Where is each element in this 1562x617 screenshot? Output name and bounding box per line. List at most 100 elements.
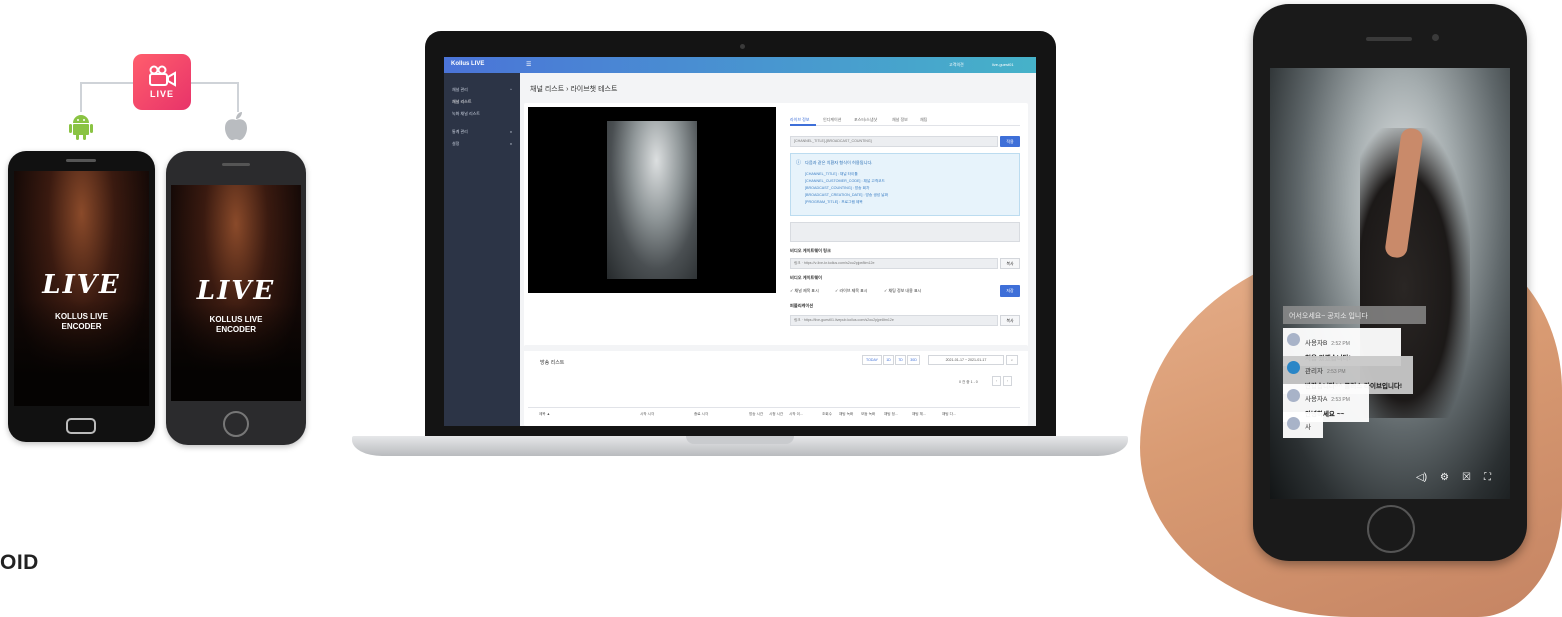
video-gateway-label: 비디오 게이트웨이 링크 <box>790 248 831 253</box>
embed-url[interactable]: 링크 · https://live-guest01.livepub.kollus… <box>790 315 998 326</box>
sidebar-item-channel-list[interactable]: 채널 리스트 <box>452 99 472 105</box>
chevron-down-icon: v <box>510 129 512 134</box>
checkbox-live-title[interactable]: ✓ 라이브 제목 표시 <box>835 288 867 294</box>
video-camera-icon <box>149 65 176 87</box>
chat-toggle-icon[interactable]: ☒ <box>1462 472 1471 483</box>
info-line: [CHANNEL_CUSTOMER_CODE] : 채널 고객코드 <box>805 179 885 183</box>
save-button[interactable]: 저장 <box>1000 285 1020 297</box>
home-button[interactable] <box>66 418 96 434</box>
chat-username: 사용자A <box>1305 396 1328 403</box>
home-button[interactable] <box>1367 505 1415 553</box>
encoder-app-screen: LIVE KOLLUS LIVE ENCODER <box>14 171 149 406</box>
viewer-player-screen[interactable]: 어서오세요~ 공지소 입니다 사용자B2:52 PM 처음 왔겠습니다! 관리자… <box>1270 68 1510 499</box>
laptop-notch <box>686 436 794 444</box>
prev-page-button[interactable]: ‹ <box>992 376 1001 386</box>
sidebar-item-channel-manage[interactable]: 채널 관리 <box>452 87 468 93</box>
video-gateway-url[interactable]: 링크 · https://v-live-kr.kollus.com/s2ou2p… <box>790 258 998 269</box>
chat-notice: 어서오세요~ 공지소 입니다 <box>1283 306 1426 324</box>
admin-console: Kollus LIVE ☰ 고객의견 live-guest01 채널 관리 ^ … <box>444 57 1036 426</box>
phone-speaker <box>222 163 250 166</box>
connector-line-right <box>191 82 239 112</box>
apply-button[interactable]: 적용 <box>1000 136 1020 147</box>
menu-icon[interactable]: ☰ <box>526 61 531 68</box>
title-format-input[interactable]: [CHANNEL_TITLE]-[BROADCAST_COUNTING] <box>790 136 998 147</box>
filter-1d[interactable]: 1D <box>883 355 894 365</box>
connector-line-left <box>80 82 134 112</box>
live-logo-text: LIVE <box>42 269 121 300</box>
copy-gateway-button[interactable]: 복사 <box>1000 258 1020 269</box>
encoder-caption-line1: KOLLUS LIVE <box>55 312 108 321</box>
copy-embed-button[interactable]: 복사 <box>1000 315 1020 326</box>
chat-username: 사 <box>1305 424 1311 431</box>
info-line: [CHANNEL_TITLE] : 채널 타이틀 <box>805 172 858 176</box>
filter-30d[interactable]: 30D <box>907 355 920 365</box>
fullscreen-icon[interactable]: ⛶ <box>1484 472 1491 483</box>
apple-icon <box>225 112 247 141</box>
pagination-info: 0 건 중 1 - 0 <box>959 380 978 384</box>
sidebar-item-stats[interactable]: 통계 관리 <box>452 129 468 135</box>
chat-time: 2:53 PM <box>1331 397 1350 403</box>
android-icon <box>69 115 93 140</box>
settings-icon[interactable]: ⚙ <box>1440 472 1449 483</box>
tab-indication[interactable]: 인디케이션 <box>823 117 841 123</box>
embed-label: 퍼블리케이션 <box>790 303 814 308</box>
sidebar-item-settings[interactable]: 설정 <box>452 141 459 147</box>
iphone-encoder-phone: LIVE KOLLUS LIVE ENCODER <box>166 151 306 445</box>
chat-username: 관리자 <box>1305 368 1323 375</box>
tab-divider <box>790 125 1020 126</box>
column-header[interactable]: 채팅 녹화 <box>839 412 853 417</box>
laptop-camera <box>740 44 745 49</box>
description-textarea[interactable] <box>790 222 1020 242</box>
video-gateway-options-label: 비디오 게이트웨이 <box>790 275 822 280</box>
info-line: [BROADCAST_COUNTING] : 방송 회차 <box>805 186 870 190</box>
checkbox-channel-title[interactable]: ✓ 채널 제목 표시 <box>790 288 819 294</box>
video-preview[interactable] <box>528 107 776 293</box>
active-tab-indicator <box>790 124 816 126</box>
search-icon[interactable]: ⌕ <box>1006 355 1018 365</box>
column-header[interactable]: 방송 시간 <box>749 412 763 417</box>
encoder-caption-line2: ENCODER <box>215 324 256 334</box>
checkbox-chat-info[interactable]: ✓ 채팅 정보 내용 표시 <box>884 288 921 294</box>
next-page-button[interactable]: › <box>1003 376 1012 386</box>
column-header[interactable]: 채팅 정... <box>884 412 898 417</box>
phone-speaker <box>66 159 96 162</box>
placeholder-info-box: ⓘ 다음과 같은 치환자 형식이 허용됩니다. [CHANNEL_TITLE] … <box>790 153 1020 216</box>
column-header[interactable]: 시작 시각 <box>640 412 654 417</box>
column-header[interactable]: 조회수 <box>822 412 832 417</box>
tab-chat[interactable]: 채팅 <box>920 117 927 123</box>
info-title: 다음과 같은 치환자 형식이 허용됩니다. <box>805 160 873 165</box>
tab-poster[interactable]: 포스터/스냅샷 <box>854 117 877 123</box>
phone-speaker <box>1366 37 1412 41</box>
user-avatar-icon <box>1287 333 1300 346</box>
volume-icon[interactable]: ◁) <box>1416 472 1427 483</box>
sidebar-item-recorded-list[interactable]: 녹화 채널 리스트 <box>452 111 480 117</box>
admin-logo[interactable]: Kollus LIVE <box>451 61 484 67</box>
user-avatar-icon <box>1287 417 1300 430</box>
chat-username: 사용자B <box>1305 340 1328 347</box>
column-header[interactable]: 모둠 녹화 <box>861 412 875 417</box>
live-logo-text: LIVE <box>196 275 276 306</box>
column-header[interactable]: 시청 시간 <box>769 412 783 417</box>
column-header[interactable]: 채팅 다... <box>942 412 956 417</box>
column-header[interactable]: 시작 이... <box>789 412 803 417</box>
chat-time: 2:52 PM <box>1331 341 1350 347</box>
admin-sidebar: 채널 관리 ^ 채널 리스트 녹화 채널 리스트 통계 관리 v 설정 v <box>444 73 520 426</box>
checkbox-label: 채널 제목 표시 <box>794 288 819 293</box>
column-header[interactable]: 종료 시각 <box>694 412 708 417</box>
tab-channel-info[interactable]: 채널 정보 <box>892 117 908 123</box>
platform-label: OID <box>0 551 39 574</box>
filter-today[interactable]: TODAY <box>862 355 882 365</box>
user-menu[interactable]: live-guest01 <box>992 62 1014 67</box>
admin-topbar: Kollus LIVE ☰ 고객의견 live-guest01 <box>444 57 1036 73</box>
tab-live-info[interactable]: 라이브 정보 <box>790 117 810 123</box>
feedback-link[interactable]: 고객의견 <box>949 62 964 68</box>
breadcrumb: 채널 리스트 › 라이브챗 테스트 <box>530 86 618 93</box>
android-encoder-phone: LIVE KOLLUS LIVE ENCODER <box>8 151 155 442</box>
home-button[interactable] <box>223 411 249 437</box>
admin-avatar-icon <box>1287 361 1300 374</box>
date-range-picker[interactable]: 2021-01-17 ~ 2021-01-17 <box>928 355 1004 365</box>
filter-7d[interactable]: 7D <box>895 355 906 365</box>
column-header[interactable]: 제목 ▲ <box>539 412 550 417</box>
chat-message: 사 <box>1283 412 1323 438</box>
column-header[interactable]: 채팅 체... <box>912 412 926 417</box>
